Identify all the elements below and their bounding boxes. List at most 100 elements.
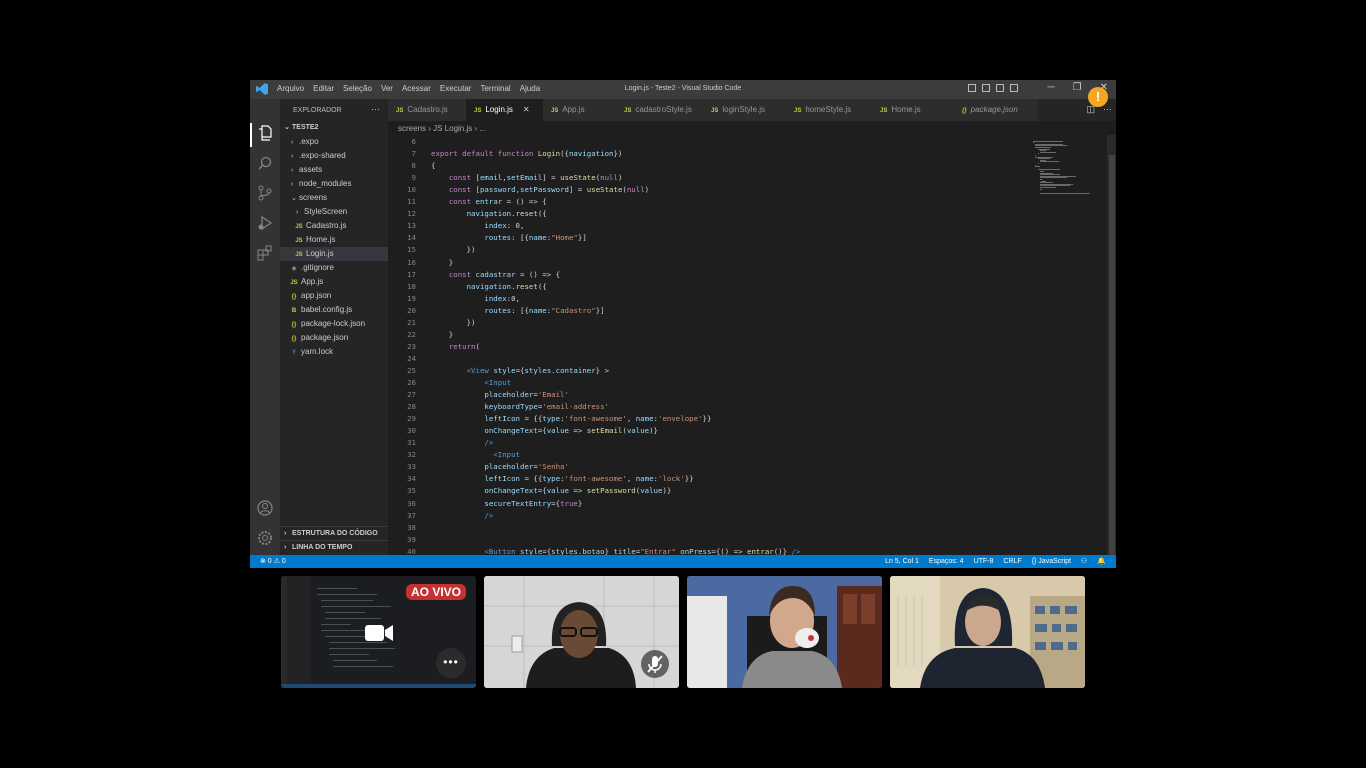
tab-login-js[interactable]: JS Login.js ✕ — [466, 99, 543, 121]
line-number: 12 — [407, 209, 416, 219]
tree-item-package-json[interactable]: {} package.json — [280, 331, 397, 345]
code-view[interactable]: 6 7 export default function Login({navigat… — [388, 135, 1028, 555]
tab-package-json[interactable]: {} package.json — [956, 99, 1038, 121]
toggle-panel-icon[interactable] — [982, 84, 990, 92]
close-tab-icon[interactable]: ✕ — [523, 105, 530, 114]
notifications-bell-icon[interactable]: 🔔 — [1097, 555, 1106, 568]
run-debug-icon[interactable] — [257, 215, 273, 231]
tree-item-babel-config[interactable]: Bbabel.config.js — [280, 303, 397, 317]
code-line[interactable]: } — [431, 258, 453, 267]
minimap[interactable] — [1033, 135, 1107, 555]
tree-item-yarn-lock[interactable]: Yyarn.lock — [280, 345, 397, 359]
timeline-section[interactable]: › LINHA DO TEMPO — [280, 540, 388, 555]
tab-app-js[interactable]: JS App.js — [543, 99, 618, 121]
toggle-sidebar-icon[interactable] — [968, 84, 976, 92]
tree-item-stylescreen[interactable]: › StyleScreen — [280, 205, 404, 219]
tree-item-package-lock[interactable]: {} package-lock.json — [280, 317, 397, 331]
line-number: 35 — [407, 486, 416, 496]
participant-tile-3[interactable] — [687, 576, 882, 688]
code-line[interactable]: const [password,setPassword] = useState(… — [431, 185, 649, 194]
feedback-icon[interactable]: ⚇ — [1081, 555, 1087, 568]
code-line[interactable]: leftIcon = {{type:'font-awesome', name:'… — [431, 474, 693, 483]
code-line[interactable]: leftIcon = {{type:'font-awesome', name:'… — [431, 414, 711, 423]
tab-home-js[interactable]: JS Home.js — [874, 99, 956, 121]
tree-item-node-modules[interactable]: › node_modules — [280, 177, 399, 191]
code-line[interactable]: export default function Login({navigatio… — [431, 149, 622, 158]
tree-item-app-json[interactable]: {} app.json — [280, 289, 397, 303]
code-line[interactable]: index: 0, — [431, 221, 524, 230]
code-line[interactable]: keyboardType='email-address' — [431, 402, 609, 411]
video-camera-icon — [365, 625, 393, 641]
tab-loginstyle-js[interactable]: JS loginStyle.js — [705, 99, 788, 121]
minimap-line — [1040, 161, 1060, 163]
code-line[interactable]: <Input — [431, 450, 520, 459]
tab-homestyle-js[interactable]: JS homeStyle.js — [788, 99, 874, 121]
code-line[interactable]: const [email,setEmail] = useState(null) — [431, 173, 623, 182]
code-line[interactable]: routes: [{name:"Home"}] — [431, 233, 586, 242]
source-control-icon[interactable] — [257, 185, 273, 201]
code-line[interactable]: }) — [431, 318, 476, 327]
code-line[interactable]: onChangeText={value => setEmail(value)} — [431, 426, 658, 435]
toggle-secondary-sidebar-icon[interactable] — [996, 84, 1004, 92]
search-icon[interactable] — [257, 155, 273, 171]
code-line[interactable]: routes: [{name:"Cadastro"}] — [431, 306, 604, 315]
more-options-button[interactable]: ••• — [436, 648, 466, 678]
explorer-more-icon[interactable]: ··· — [371, 104, 380, 114]
code-line[interactable]: { — [431, 161, 435, 170]
tree-item-app-js[interactable]: JS App.js — [280, 275, 397, 289]
warning-notification-icon[interactable]: ! — [1088, 87, 1108, 107]
js-file-icon: JS — [396, 108, 404, 114]
problems-indicator[interactable]: ⊗ 0 ⚠ 0 — [260, 555, 286, 568]
code-line[interactable]: secureTextEntry={true} — [431, 499, 582, 508]
code-line[interactable]: /> — [431, 438, 493, 447]
line-ending[interactable]: CRLF — [1003, 555, 1021, 568]
code-line[interactable]: } — [431, 330, 453, 339]
explorer-icon[interactable] — [257, 125, 273, 141]
tree-item-login-js[interactable]: JS Login.js — [280, 247, 402, 261]
vertical-scrollbar[interactable] — [1107, 135, 1116, 555]
code-line[interactable]: navigation.reset({ — [431, 282, 547, 291]
line-number: 6 — [411, 137, 416, 146]
code-line[interactable]: return( — [431, 342, 480, 351]
extensions-icon[interactable] — [257, 245, 273, 261]
settings-gear-icon[interactable] — [257, 530, 273, 546]
tab-cadastrostyle-js[interactable]: JS cadastroStyle.js — [618, 99, 705, 121]
minimize-button[interactable]: ─ — [1048, 82, 1055, 93]
code-line[interactable]: <View style={styles.container} > — [431, 366, 609, 375]
outline-section[interactable]: › ESTRUTURA DO CÓDIGO — [280, 526, 388, 541]
tab-label: App.js — [562, 105, 585, 114]
restore-button[interactable]: ❐ — [1073, 82, 1082, 93]
code-line[interactable]: }) — [431, 245, 476, 254]
code-line[interactable]: navigation.reset({ — [431, 209, 547, 218]
tree-item-cadastro-js[interactable]: JS Cadastro.js — [280, 219, 402, 233]
language-mode[interactable]: {} JavaScript — [1032, 555, 1071, 568]
scrollbar-thumb[interactable] — [1109, 155, 1115, 555]
code-line[interactable]: /> — [431, 511, 493, 520]
code-line[interactable]: placeholder='Email' — [431, 390, 569, 399]
code-line[interactable]: onChangeText={value => setPassword(value… — [431, 486, 671, 495]
code-line[interactable]: <Input — [431, 378, 511, 387]
cursor-position[interactable]: Ln 5, Col 1 — [885, 555, 919, 568]
encoding[interactable]: UTF-8 — [974, 555, 994, 568]
project-folder[interactable]: ⌄ TESTE2 — [280, 121, 392, 135]
breadcrumb[interactable]: screens › JS Login.js › ... — [398, 124, 486, 133]
code-line[interactable]: const entrar = () => { — [431, 197, 547, 206]
code-line[interactable]: index:0, — [431, 294, 520, 303]
account-icon[interactable] — [257, 500, 273, 516]
tree-item-screens[interactable]: ⌄ screens — [280, 191, 399, 205]
code-line[interactable]: const cadastrar = () => { — [431, 270, 560, 279]
tree-item-gitignore[interactable]: ◆ .gitignore — [280, 261, 397, 275]
code-line[interactable]: placeholder='Senha' — [431, 462, 569, 471]
indentation[interactable]: Espaços: 4 — [929, 555, 964, 568]
code-line[interactable]: <Button style={styles.botao} title="Entr… — [431, 547, 800, 555]
participant-tile-4[interactable] — [890, 576, 1085, 688]
tree-item-assets[interactable]: › assets — [280, 163, 399, 177]
participant-tile-screen-share[interactable]: AO VIVO ••• — [281, 576, 476, 688]
editor-more-icon[interactable]: ··· — [1103, 104, 1112, 115]
customize-layout-icon[interactable] — [1010, 84, 1018, 92]
tree-item-home-js[interactable]: JS Home.js — [280, 233, 402, 247]
tree-item-expo[interactable]: › .expo — [280, 135, 399, 149]
participant-tile-2[interactable] — [484, 576, 679, 688]
tree-item-expo-shared[interactable]: › .expo-shared — [280, 149, 399, 163]
tab-cadastro-js[interactable]: JS Cadastro.js — [388, 99, 466, 121]
